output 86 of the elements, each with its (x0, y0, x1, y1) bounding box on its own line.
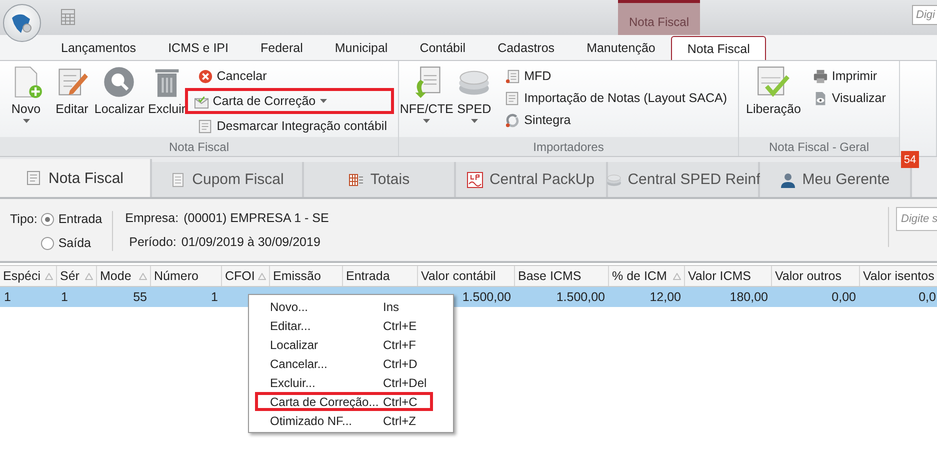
company-value: (00001) EMPRESA 1 - SE (184, 211, 329, 225)
ribbon-tab[interactable]: Municipal (318, 36, 404, 60)
ribbon-button[interactable]: Cancelar (190, 66, 394, 86)
menu-item[interactable]: Otimizado NF... Ctrl+Z (249, 411, 453, 430)
document-tab[interactable]: Meu Gerente (760, 162, 912, 197)
disc-stack-icon (606, 172, 622, 188)
document-icon (505, 68, 520, 84)
ribbon-button[interactable]: Desmarcar Integração contábil (190, 116, 394, 136)
document-icon (505, 90, 520, 106)
radio-button[interactable]: Entrada (41, 212, 102, 226)
ribbon-button[interactable]: NFE/CTE (403, 63, 450, 137)
ribbon-button[interactable]: SPED (452, 63, 496, 137)
column-header[interactable]: Valor ICMS (685, 266, 772, 286)
document-tab[interactable]: Central SPED Reinf (608, 162, 760, 197)
column-header[interactable]: Mode (97, 266, 151, 286)
document-tab[interactable]: Central PackUp (456, 162, 608, 197)
ribbon-button[interactable]: Editar (50, 63, 94, 137)
field-label: Empresa: (125, 211, 179, 225)
ribbon-button[interactable]: Carta de Correção (184, 88, 394, 114)
field-label: Tipo: (10, 212, 38, 226)
search-field[interactable]: Digi (912, 5, 937, 25)
person-icon (780, 172, 796, 188)
column-header[interactable]: Espéci (0, 266, 57, 286)
ribbon-tab[interactable]: Cadastros (482, 36, 571, 60)
table-icon (348, 172, 364, 188)
ribbon-tab[interactable]: Federal (244, 36, 319, 60)
field-label: Período: (129, 235, 176, 249)
ribbon-button[interactable]: Liberação (743, 63, 804, 137)
radio-button[interactable]: Saída (41, 236, 102, 250)
group-title: Nota Fiscal - Geral (739, 137, 899, 156)
document-icon (198, 118, 213, 134)
ribbon-button[interactable]: Visualizar (806, 88, 893, 108)
document-icon (26, 170, 42, 186)
chart-icon (467, 172, 484, 188)
envelope-icon (194, 94, 209, 108)
column-header[interactable]: Base ICMS (515, 266, 609, 286)
document-tab[interactable]: Totais (304, 162, 456, 197)
column-header[interactable]: % de ICM (609, 266, 685, 286)
printer-icon (812, 68, 828, 84)
menu-item[interactable]: Excluir... Ctrl+Del (249, 373, 453, 392)
ribbon-button[interactable]: Imprimir (806, 66, 893, 86)
ribbon-button[interactable]: Novo (4, 63, 48, 137)
ribbon-button[interactable]: Importação de Notas (Layout SACA) (498, 88, 734, 108)
ribbon-tab[interactable]: Lançamentos (45, 36, 152, 60)
table-cell-text: 1.500,00 (461, 289, 512, 306)
column-header[interactable]: CFOI (222, 266, 270, 286)
column-header[interactable]: Valor outros (772, 266, 860, 286)
notification-badge: 54 (901, 151, 919, 168)
ribbon-button[interactable]: Sintegra (498, 110, 734, 130)
document-tab[interactable]: Nota Fiscal (0, 159, 152, 197)
document-tab[interactable]: Cupom Fiscal (152, 162, 304, 197)
receipt-icon (170, 172, 186, 188)
ribbon-tab[interactable]: ICMS e IPI (152, 36, 244, 60)
column-header[interactable]: Valor isentos (860, 266, 937, 286)
table-cell-text: 55 (132, 289, 148, 306)
table-cell-text: 0,00 (830, 289, 857, 306)
table-cell-text: 1 (60, 289, 69, 306)
column-header[interactable]: Emissão (270, 266, 343, 286)
search-icon (102, 65, 136, 99)
table-cell-text: 1 (3, 289, 12, 306)
document-check-icon (756, 65, 790, 99)
column-header[interactable]: Número (151, 266, 222, 286)
group-title: Nota Fiscal (0, 137, 398, 156)
table-cell-text: 1 (210, 289, 219, 306)
cancel-icon (198, 68, 213, 84)
table-cell-text: 1.500,00 (555, 289, 606, 306)
table-cell-text: 0,0 (918, 289, 937, 306)
contextual-tab-header: Nota Fiscal (618, 0, 700, 35)
menu-item[interactable]: Carta de Correção... Ctrl+C (255, 392, 433, 411)
ribbon-button[interactable]: Localizar (96, 63, 143, 137)
menu-item[interactable]: Cancelar... Ctrl+D (249, 354, 453, 373)
table-cell-text: 12,00 (648, 289, 682, 306)
column-header[interactable]: Valor contábil (418, 266, 515, 286)
ribbon-button[interactable]: MFD (498, 66, 734, 86)
column-header[interactable]: Entrada (343, 266, 418, 286)
ribbon-tab[interactable]: Contábil (404, 36, 482, 60)
period-value: 01/09/2019 à 30/09/2019 (181, 235, 320, 249)
ribbon-tab[interactable]: Nota Fiscal (671, 36, 766, 60)
table-cell-text: 180,00 (728, 289, 769, 306)
sync-icon (505, 112, 520, 128)
ribbon-tab[interactable]: Manutenção (570, 36, 672, 60)
column-header[interactable]: Sér (57, 266, 97, 286)
menu-item[interactable]: Localizar Ctrl+F (249, 335, 453, 354)
application-button[interactable] (3, 4, 41, 42)
menu-item[interactable]: Editar... Ctrl+E (249, 316, 453, 335)
group-title: Importadores (399, 137, 738, 156)
